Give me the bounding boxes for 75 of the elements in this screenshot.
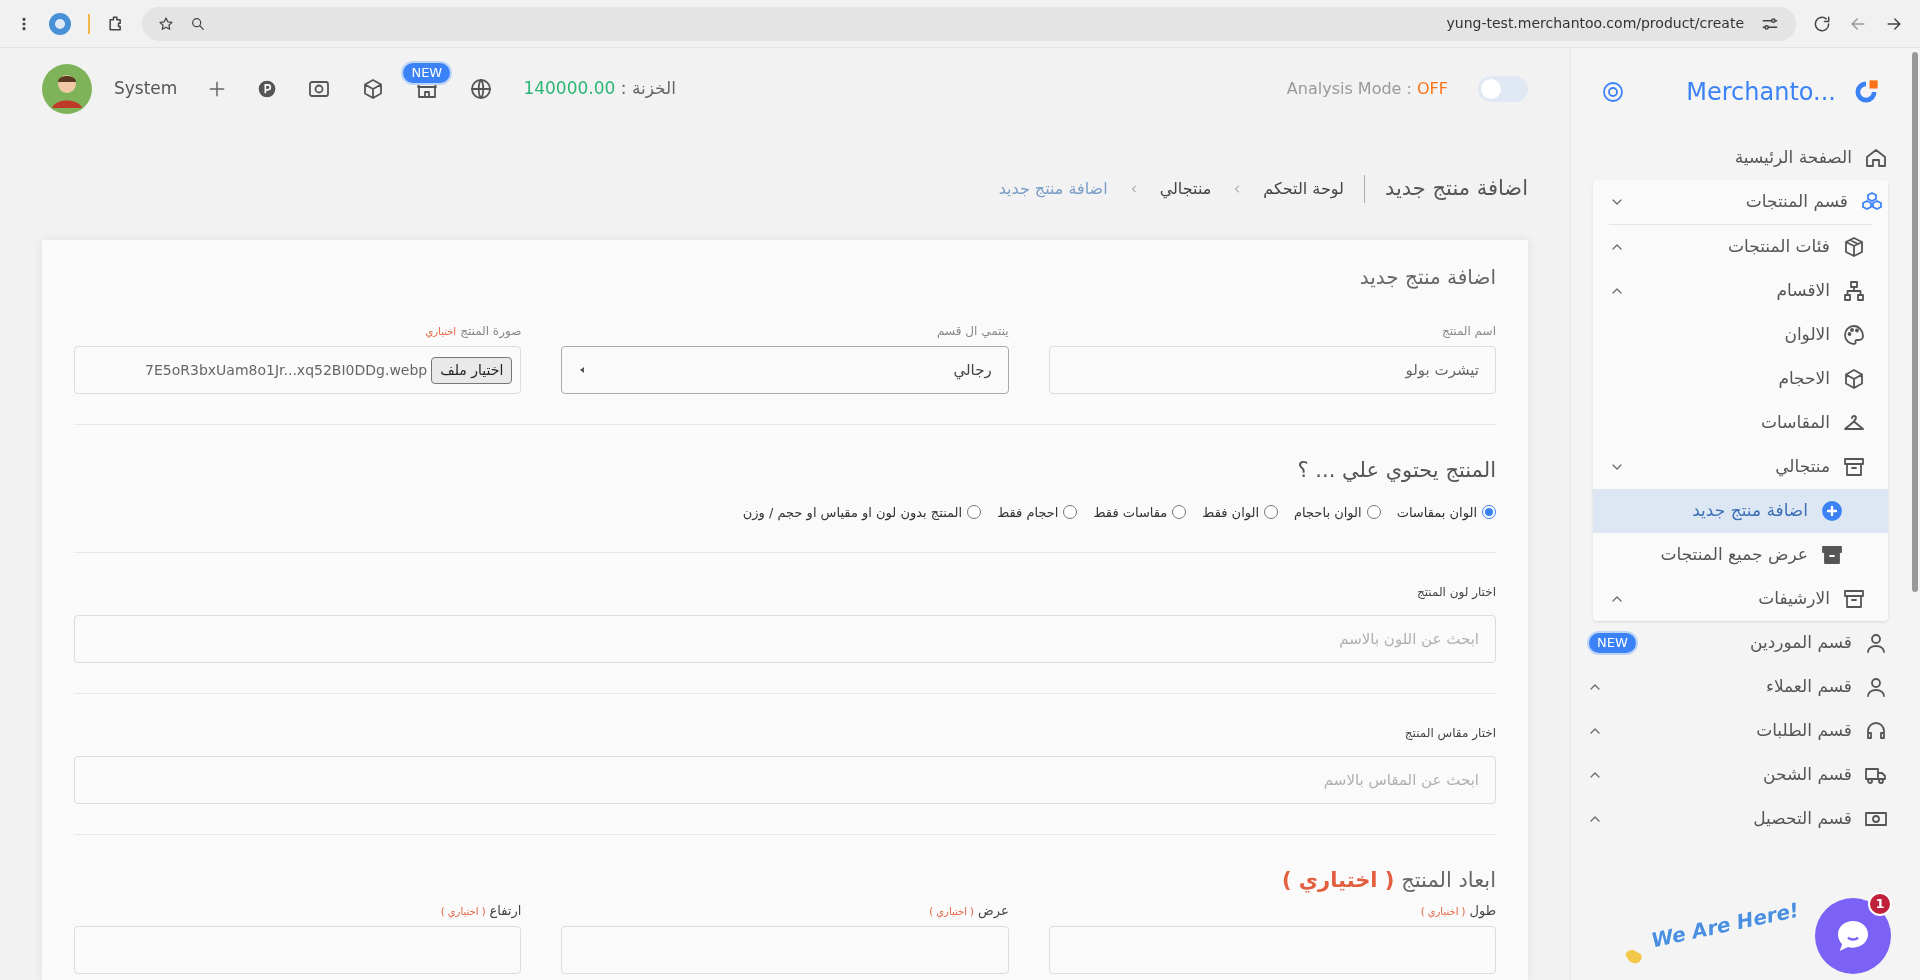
sidebar-item[interactable]: قسم التحصيل bbox=[1571, 797, 1910, 841]
radio-option[interactable]: الوان باحجام bbox=[1294, 502, 1381, 522]
url-text: yung-test.merchantoo.com/product/create bbox=[1445, 14, 1744, 33]
sidebar-item[interactable]: فئات المنتجات bbox=[1593, 225, 1888, 269]
section-heading: ابعاد المنتج ( اختياري ) bbox=[1280, 867, 1496, 895]
sidebar-item[interactable]: قسم الطلبات bbox=[1571, 709, 1910, 753]
sidebar-item[interactable]: الاحجام bbox=[1593, 357, 1888, 401]
field-label: اسم المنتج bbox=[1441, 323, 1496, 340]
target-icon bbox=[1601, 80, 1625, 104]
user-name[interactable]: System bbox=[114, 76, 178, 102]
form-title: اضافة منتج جديد bbox=[1358, 264, 1496, 291]
field-label: صورة المنتج bbox=[460, 323, 522, 340]
radio-option[interactable]: احجام فقط bbox=[997, 502, 1078, 522]
caret-icon bbox=[578, 366, 587, 374]
sidebar-item[interactable]: الالوان bbox=[1593, 313, 1888, 357]
globe-icon bbox=[469, 77, 494, 101]
archive-icon bbox=[1842, 455, 1866, 479]
sidebar-item[interactable]: قسم المنتجات bbox=[1593, 180, 1888, 224]
sidebar-item[interactable]: المقاسات bbox=[1593, 401, 1888, 445]
dimension-field[interactable] bbox=[1048, 926, 1496, 974]
sidebar-item[interactable]: عرض جميع المنتجات bbox=[1593, 533, 1888, 577]
sidebar-item[interactable]: الارشيفات bbox=[1593, 577, 1888, 621]
dimension-field[interactable] bbox=[561, 926, 1009, 974]
palette-icon bbox=[1842, 323, 1866, 347]
radio-option[interactable]: مقاسات فقط bbox=[1093, 502, 1187, 522]
sidebar-item[interactable]: الاقسام bbox=[1593, 269, 1888, 313]
section-heading: المنتج يحتوي علي ... ؟ bbox=[1296, 457, 1496, 484]
search-field[interactable]: ابحث عن اللون بالاسم bbox=[74, 615, 1496, 663]
archive-icon bbox=[1842, 587, 1866, 611]
archive-icon bbox=[1820, 543, 1844, 567]
new-badge: NEW bbox=[401, 61, 453, 85]
optional-note: ( اختياري ) bbox=[929, 904, 974, 919]
plus-circle-icon bbox=[1820, 499, 1844, 523]
toggle-switch[interactable] bbox=[1478, 76, 1528, 102]
optional-note: ( اختياري ) bbox=[1420, 904, 1466, 919]
dimension-field[interactable] bbox=[74, 926, 522, 974]
brand-name: Merchanto... bbox=[1685, 77, 1836, 108]
sidebar-item[interactable]: اضافة منتج جديد bbox=[1593, 489, 1888, 533]
cube-icon bbox=[1842, 367, 1866, 391]
page-title: اضافة منتج جديد bbox=[1384, 175, 1528, 203]
radio-option[interactable]: المنتج بدون لون او مقياس او حجم / وزن bbox=[742, 502, 982, 522]
field-label: ارتفاع bbox=[489, 901, 522, 920]
search-field[interactable]: ابحث عن المقاس بالاسم bbox=[74, 756, 1496, 804]
radio-option[interactable]: الوان بمقاسات bbox=[1396, 502, 1496, 522]
new-badge: NEW bbox=[1587, 631, 1638, 655]
analysis-mode-status: Analysis Mode : OFF bbox=[1286, 78, 1448, 100]
field-label: اختار مقاس المنتج bbox=[1404, 725, 1496, 742]
sidebar-item[interactable]: قسم الشحن bbox=[1571, 753, 1910, 797]
text-field[interactable]: تيشرت بولو bbox=[1048, 346, 1496, 394]
field-label: اختار لون المنتج bbox=[1416, 584, 1496, 601]
star-icon bbox=[158, 15, 174, 32]
hierarchy-icon bbox=[1842, 279, 1866, 303]
site-icon[interactable] bbox=[48, 11, 72, 36]
search-icon bbox=[190, 15, 206, 32]
radio-option[interactable]: الوان فقط bbox=[1202, 502, 1279, 522]
select-field[interactable]: رجالي bbox=[561, 346, 1009, 394]
chat-tagline: We Are Here! bbox=[1648, 896, 1802, 955]
optional-note: اختياري bbox=[425, 325, 457, 339]
sidebar-item[interactable]: الصفحة الرئيسية bbox=[1571, 136, 1910, 180]
address-bar[interactable]: yung-test.merchantoo.com/product/create bbox=[142, 6, 1796, 41]
field-label: طول bbox=[1469, 901, 1496, 920]
avatar[interactable] bbox=[42, 64, 92, 114]
box-icon bbox=[1842, 235, 1866, 259]
breadcrumb-link[interactable]: منتجالي bbox=[1159, 177, 1212, 201]
field-label: ينتمي ال قسم bbox=[937, 323, 1009, 340]
sidebar-item[interactable]: منتجالي bbox=[1593, 445, 1888, 489]
field-label: عرض bbox=[978, 901, 1009, 920]
breadcrumb-link[interactable]: لوحة التحكم bbox=[1263, 177, 1344, 201]
optional-note: ( اختياري ) bbox=[440, 904, 486, 919]
choose-file-button[interactable]: اختيار ملف bbox=[431, 356, 513, 384]
home-icon bbox=[1864, 146, 1888, 170]
user-icon bbox=[1864, 675, 1888, 699]
user-icon bbox=[1864, 631, 1888, 655]
sidebar-item[interactable]: قسم العملاء bbox=[1571, 665, 1910, 709]
parking-icon[interactable] bbox=[257, 79, 278, 99]
